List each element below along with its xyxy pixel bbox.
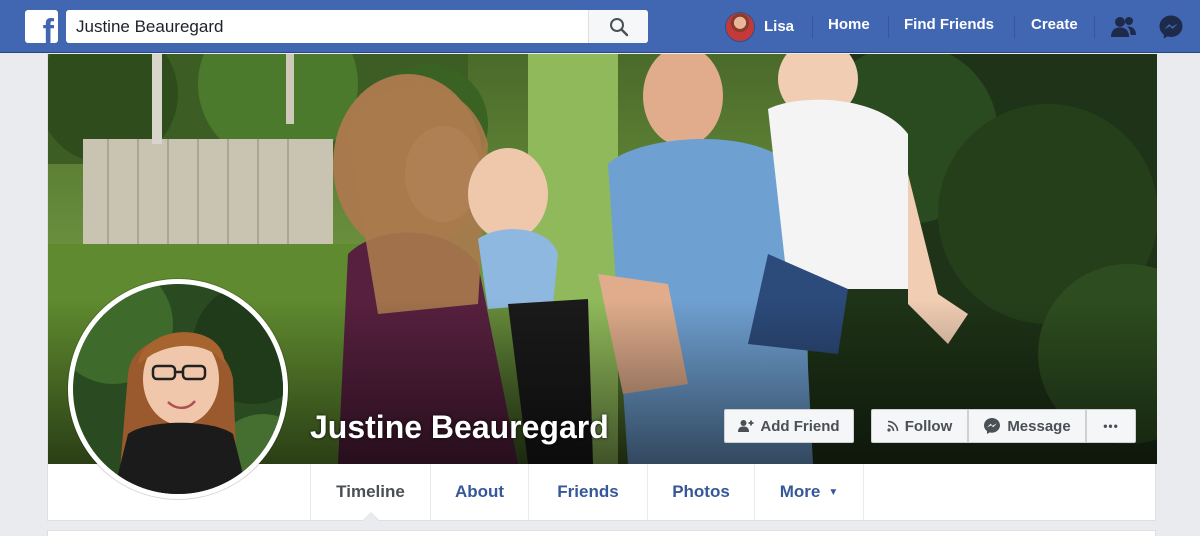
rss-follow-icon bbox=[887, 420, 899, 432]
follow-button[interactable]: Follow bbox=[871, 409, 968, 443]
add-friend-button[interactable]: Add Friend bbox=[724, 409, 854, 443]
more-options-icon: ••• bbox=[1103, 419, 1119, 433]
friend-requests-button[interactable] bbox=[1110, 13, 1138, 41]
add-friend-label: Add Friend bbox=[760, 417, 840, 435]
tab-photos[interactable]: Photos bbox=[647, 464, 754, 520]
profile-header: Justine Beauregard Add Friend Follow Mes bbox=[47, 54, 1157, 521]
message-label: Message bbox=[1007, 417, 1071, 435]
nav-divider bbox=[1014, 16, 1015, 38]
nav-create-link[interactable]: Create bbox=[1031, 16, 1078, 33]
add-friend-icon bbox=[738, 420, 754, 432]
nav-divider bbox=[888, 16, 889, 38]
messenger-button[interactable] bbox=[1157, 13, 1185, 41]
nav-user-name: Lisa bbox=[764, 18, 795, 35]
facebook-logo[interactable]: f bbox=[25, 10, 58, 43]
next-section-edge bbox=[47, 530, 1156, 536]
tab-more[interactable]: More ▼ bbox=[754, 464, 864, 520]
profile-picture[interactable] bbox=[68, 279, 288, 499]
tab-timeline[interactable]: Timeline bbox=[310, 464, 430, 521]
top-navigation-bar: f Lisa Home Find Friends Create bbox=[0, 0, 1200, 53]
tab-about-label: About bbox=[454, 482, 505, 501]
tab-more-label: More bbox=[779, 482, 821, 501]
nav-home-link[interactable]: Home bbox=[828, 16, 870, 33]
search-icon bbox=[609, 17, 628, 36]
profile-name[interactable]: Justine Beauregard bbox=[310, 409, 609, 446]
messenger-icon bbox=[984, 418, 1001, 434]
messenger-icon bbox=[1159, 15, 1183, 39]
profile-picture-image bbox=[73, 284, 283, 494]
tab-photos-label: Photos bbox=[672, 482, 730, 501]
tab-timeline-label: Timeline bbox=[336, 482, 405, 501]
nav-divider bbox=[1094, 16, 1095, 38]
search-button[interactable] bbox=[588, 10, 648, 43]
tab-friends-label: Friends bbox=[557, 482, 619, 501]
nav-user-profile-link[interactable]: Lisa bbox=[725, 11, 794, 42]
facebook-logo-letter: f bbox=[42, 13, 54, 43]
friend-requests-icon bbox=[1111, 17, 1136, 37]
message-button[interactable]: Message bbox=[968, 409, 1086, 443]
user-avatar bbox=[725, 11, 755, 42]
more-options-button[interactable]: ••• bbox=[1086, 409, 1136, 443]
tab-friends[interactable]: Friends bbox=[528, 464, 647, 520]
chevron-down-icon: ▼ bbox=[828, 486, 839, 498]
nav-find-friends-link[interactable]: Find Friends bbox=[904, 16, 994, 33]
search-bar bbox=[66, 10, 648, 43]
nav-divider bbox=[812, 16, 813, 38]
search-input[interactable] bbox=[66, 10, 588, 43]
profile-tabs: Timeline About Friends Photos More ▼ bbox=[310, 464, 864, 521]
follow-label: Follow bbox=[904, 417, 953, 435]
tab-about[interactable]: About bbox=[430, 464, 528, 520]
